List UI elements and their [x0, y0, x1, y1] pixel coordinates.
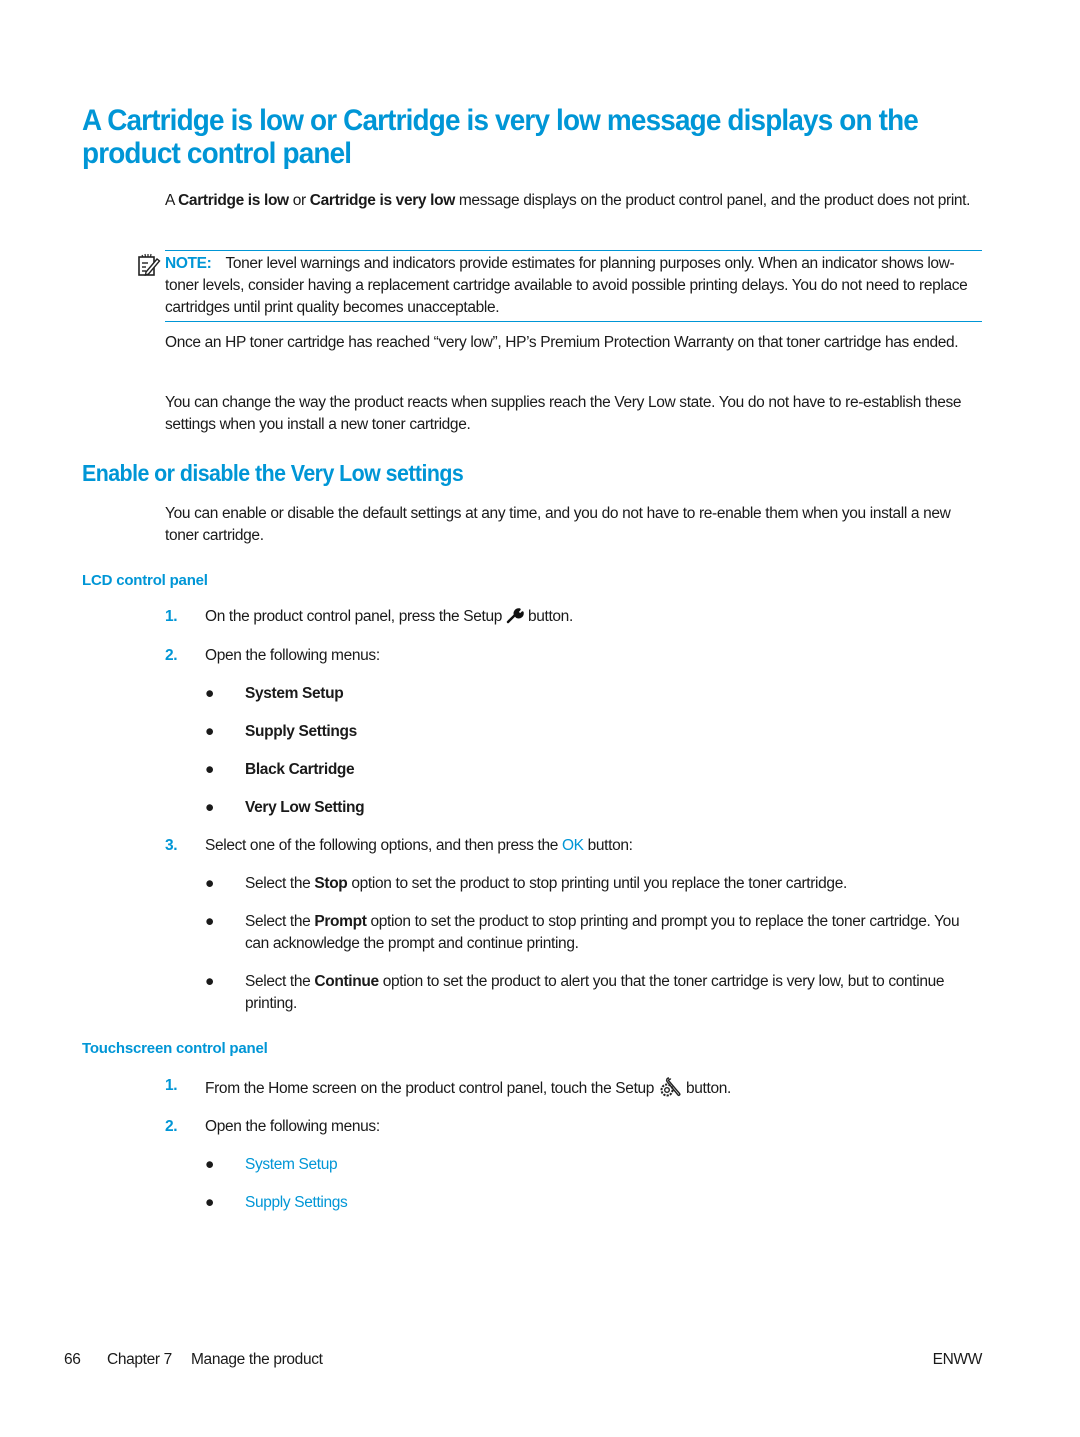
- chapter-label: Chapter 7: [107, 1351, 172, 1368]
- message-name-very-low: Cartridge is very low: [309, 192, 455, 209]
- bullet-icon: ●: [205, 761, 215, 778]
- bullet-icon: ●: [205, 799, 215, 816]
- lcd-heading: LCD control panel: [82, 572, 208, 589]
- change-behavior-paragraph: You can change the way the product react…: [165, 394, 962, 433]
- note-label: NOTE:: [165, 255, 212, 272]
- bullet-icon: ●: [205, 723, 215, 740]
- intro-paragraph: A Cartridge is low or Cartridge is very …: [165, 192, 971, 209]
- page-number: 66: [64, 1351, 81, 1368]
- chapter-title: Manage the product: [191, 1351, 323, 1368]
- section-heading: Enable or disable the Very Low settings: [82, 460, 464, 486]
- wrench-icon: [506, 608, 524, 624]
- message-name-low: Cartridge is low: [178, 192, 289, 209]
- bullet-icon: ●: [205, 875, 215, 892]
- setup-gear-wrench-icon: [660, 1077, 681, 1097]
- menu-link-supply-settings[interactable]: Supply Settings: [245, 1192, 983, 1214]
- menu-link-system-setup[interactable]: System Setup: [245, 1154, 983, 1176]
- bullet-icon: ●: [205, 973, 215, 990]
- locale-code: ENWW: [932, 1351, 983, 1368]
- note-box: NOTE: Toner level warnings and indicators…: [138, 250, 982, 322]
- bullet-icon: ●: [205, 1156, 215, 1173]
- ok-button-reference: OK: [561, 837, 584, 854]
- page-title: A Cartridge is low or Cartridge is very …: [82, 104, 919, 170]
- section-intro-paragraph: You can enable or disable the default se…: [165, 505, 951, 544]
- bullet-icon: ●: [205, 913, 215, 930]
- note-pencil-icon: [138, 253, 161, 277]
- bullet-icon: ●: [205, 1194, 215, 1211]
- note-text: Toner level warnings and indicators prov…: [165, 255, 968, 316]
- touchscreen-heading: Touchscreen control panel: [82, 1040, 268, 1057]
- bullet-icon: ●: [205, 685, 215, 702]
- warranty-paragraph: Once an HP toner cartridge has reached “…: [165, 334, 959, 351]
